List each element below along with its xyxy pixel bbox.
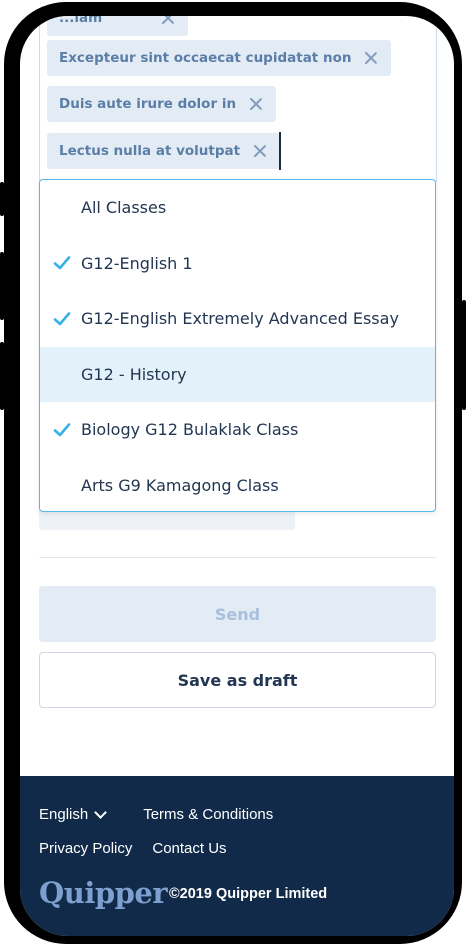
send-button[interactable]: Send — [39, 586, 436, 642]
class-dropdown: All Classes G12-English 1 G12-English Extr… — [39, 179, 436, 512]
divider — [39, 557, 436, 558]
remove-tag-icon[interactable] — [252, 143, 268, 159]
checkmark-icon — [53, 422, 71, 437]
power-button — [462, 300, 466, 410]
tag-label: Lectus nulla at volutpat — [59, 143, 241, 159]
save-draft-button[interactable]: Save as draft — [39, 652, 436, 708]
dropdown-option[interactable]: All Classes — [40, 180, 435, 236]
remove-tag-icon[interactable] — [363, 50, 379, 66]
language-selector[interactable]: English — [39, 805, 125, 823]
screen: ...iam Excepteur sint occaecat cupidatat… — [20, 16, 454, 936]
volume-up-button — [0, 252, 4, 320]
chevron-down-icon — [94, 805, 108, 819]
recipient-tag: Excepteur sint occaecat cupidatat non — [47, 40, 392, 76]
mute-switch — [0, 182, 4, 216]
dropdown-option[interactable]: G12-English 1 — [40, 236, 435, 292]
copyright-text: ©2019 Quipper Limited — [169, 886, 328, 902]
tag-label: ...iam — [59, 16, 103, 26]
dropdown-option-label: G12-English 1 — [81, 253, 193, 273]
dropdown-option-label: Arts G9 Kamagong Class — [81, 475, 279, 495]
tag-label: Excepteur sint occaecat cupidatat non — [59, 50, 352, 66]
quipper-logo[interactable]: Quipper — [39, 876, 168, 910]
language-label: English — [39, 806, 89, 823]
privacy-link[interactable]: Privacy Policy — [39, 840, 132, 857]
checkmark-icon — [53, 311, 71, 326]
dropdown-option[interactable]: G12 - History — [40, 346, 435, 402]
footer-links-row-2: Privacy Policy Contact Us — [39, 840, 247, 857]
dropdown-option[interactable]: Biology G12 Bulaklak Class — [40, 402, 435, 458]
remove-tag-icon[interactable] — [160, 16, 176, 26]
dropdown-option-label: Biology G12 Bulaklak Class — [81, 420, 299, 440]
volume-down-button — [0, 342, 4, 410]
footer-links-row-1: English Terms & Conditions — [39, 805, 293, 823]
recipient-tag: Lectus nulla at volutpat — [47, 133, 281, 169]
remove-tag-icon[interactable] — [248, 96, 264, 112]
dropdown-option[interactable]: G12-English Extremely Advanced Essay — [40, 291, 435, 347]
footer: English Terms & Conditions Privacy Polic… — [20, 776, 454, 936]
recipient-tag: Duis aute irure dolor in — [47, 86, 277, 122]
text-cursor — [279, 132, 281, 170]
tag-label: Duis aute irure dolor in — [59, 96, 237, 112]
dropdown-option-label: G12 - History — [81, 364, 187, 384]
checkmark-icon — [53, 256, 71, 270]
dropdown-option-label: All Classes — [81, 198, 167, 218]
recipient-tag: ...iam — [47, 16, 189, 36]
terms-link[interactable]: Terms & Conditions — [143, 806, 273, 823]
dropdown-option-label: G12-English Extremely Advanced Essay — [81, 309, 399, 329]
contact-link[interactable]: Contact Us — [152, 840, 226, 857]
dropdown-option[interactable]: Arts G9 Kamagong Class — [40, 458, 435, 514]
phone-frame: ...iam Excepteur sint occaecat cupidatat… — [0, 2, 466, 944]
